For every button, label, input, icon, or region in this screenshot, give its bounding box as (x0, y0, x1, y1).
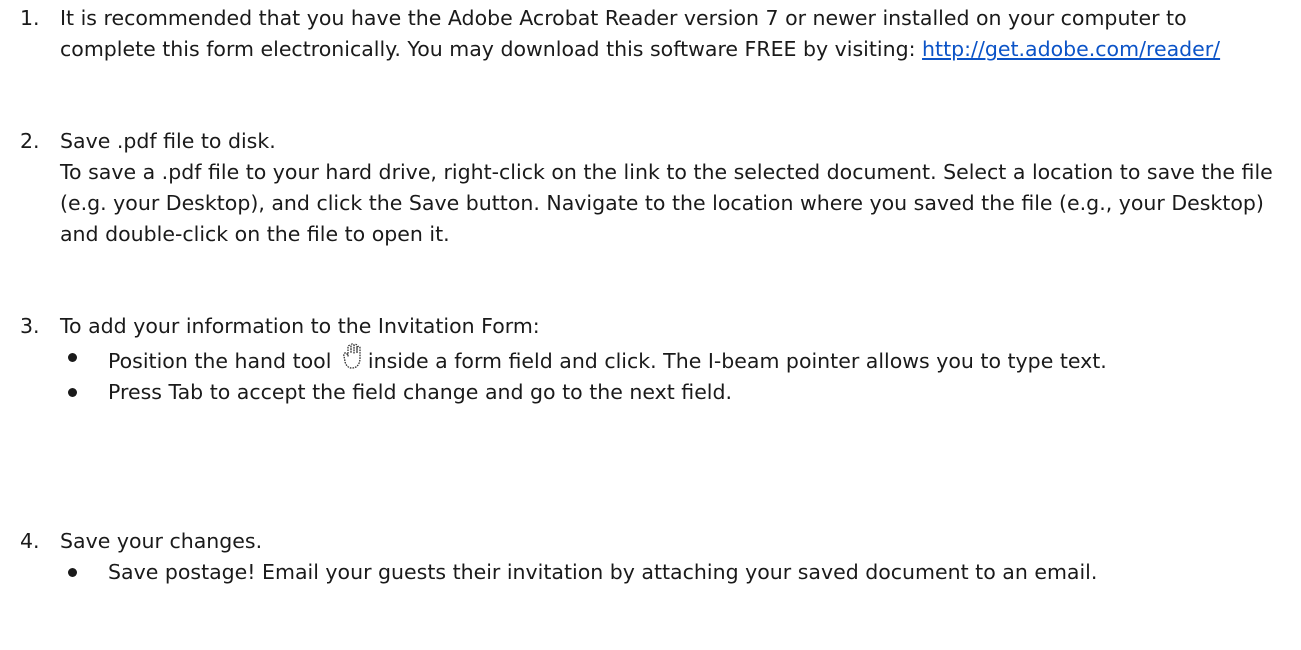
instruction-text: It is recommended that you have the Adob… (60, 3, 1287, 65)
instruction-heading: Save .pdf file to disk. (60, 129, 276, 153)
bullet-icon (68, 353, 77, 362)
item-number: 1. (20, 6, 40, 30)
instruction-item-1: 1. It is recommended that you have the A… (20, 3, 1287, 65)
bullet-list: Save postage! Email your guests their in… (60, 557, 1287, 588)
list-item: Position the hand tool inside a form fie… (60, 342, 1287, 377)
bullet-icon (68, 568, 77, 577)
instruction-item-3: 3. To add your information to the Invita… (20, 311, 1287, 408)
item-number: 3. (20, 314, 40, 338)
instruction-heading: To add your information to the Invitatio… (60, 314, 540, 338)
instruction-item-4: 4. Save your changes. Save postage! Emai… (20, 526, 1287, 588)
hand-tool-icon (343, 343, 361, 369)
instruction-text: To save a .pdf file to your hard drive, … (60, 160, 1273, 246)
list-item: Save postage! Email your guests their in… (60, 557, 1287, 588)
bullet-text-before: Position the hand tool (108, 349, 338, 373)
bullet-icon (68, 388, 77, 397)
instructions-page: 1. It is recommended that you have the A… (0, 0, 1301, 650)
bullet-text: Save postage! Email your guests their in… (108, 560, 1098, 584)
bullet-text: Press Tab to accept the field change and… (108, 380, 733, 404)
list-item: Press Tab to accept the field change and… (60, 377, 1287, 408)
bullet-text-after: inside a form field and click. The I-bea… (367, 349, 1107, 373)
adobe-reader-link[interactable]: http://get.adobe.com/reader/ (922, 37, 1220, 61)
instruction-heading: Save your changes. (60, 529, 263, 553)
item-number: 2. (20, 129, 40, 153)
bullet-list: Position the hand tool inside a form fie… (60, 342, 1287, 408)
item-number: 4. (20, 529, 40, 553)
instruction-item-2: 2. Save .pdf file to disk. To save a .pd… (20, 126, 1287, 250)
